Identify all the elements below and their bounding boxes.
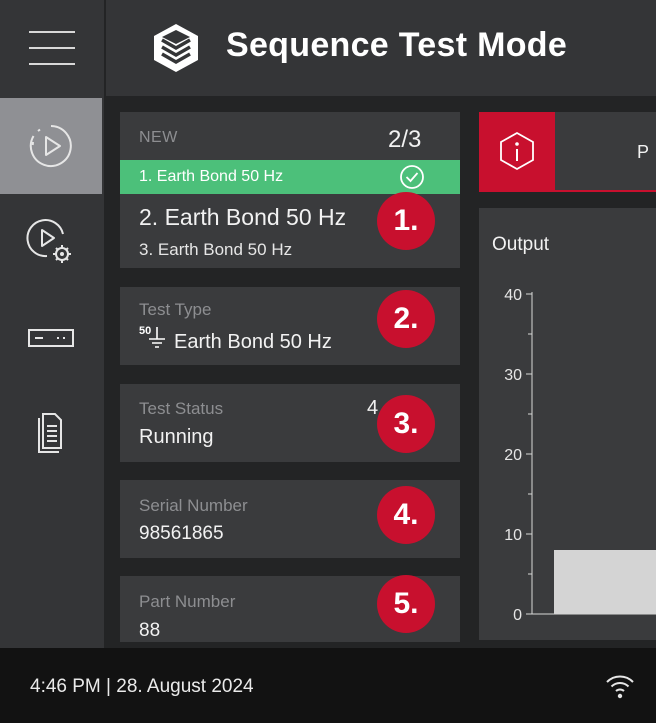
wifi-icon[interactable] — [604, 672, 636, 700]
test-status-label: Test Status — [139, 399, 224, 418]
sidebar-item-sequence-settings[interactable] — [0, 194, 102, 290]
sequence-step-next: 3. Earth Bond 50 Hz — [139, 240, 293, 259]
cube-logo-icon — [154, 24, 198, 72]
menu-button[interactable] — [0, 0, 104, 96]
sequence-status-label: NEW — [139, 129, 178, 146]
info-hexagon-icon — [500, 131, 534, 171]
serial-number-value: 98561865 — [139, 523, 224, 544]
earth-bond-icon: 50 — [139, 325, 165, 351]
sidebar-item-device[interactable] — [0, 290, 102, 386]
sidebar-item-reports[interactable] — [0, 386, 102, 482]
callout-badge-4: 4. — [377, 486, 435, 544]
test-status-number: 4 — [367, 397, 379, 419]
callout-badge-1: 1. — [377, 192, 435, 250]
hamburger-icon — [29, 31, 75, 65]
chart-y-tick-label: 40 — [504, 287, 522, 304]
info-panel[interactable]: P — [479, 112, 656, 192]
sequence-step-done: 1. Earth Bond 50 Hz — [139, 168, 284, 185]
play-circle-icon — [29, 125, 72, 167]
output-chart: 0 10 20 30 40 — [504, 287, 656, 624]
info-text: P — [637, 142, 650, 162]
chart-y-tick-label: 20 — [504, 447, 522, 464]
info-icon-box[interactable] — [479, 112, 555, 190]
status-bar: 4:46 PM | 28. August 2024 — [0, 648, 656, 723]
callout-badge-2: 2. — [377, 290, 435, 348]
test-type-label: Test Type — [139, 300, 212, 319]
chart-y-tick-label: 10 — [504, 527, 522, 544]
output-chart-panel: Output 0 10 20 30 40 — [479, 208, 656, 640]
sidebar-item-run-test[interactable] — [0, 98, 102, 194]
part-number-value: 88 — [139, 620, 161, 641]
device-icon — [28, 329, 74, 347]
play-settings-icon — [26, 219, 71, 263]
callout-badge-5: 5. — [377, 575, 435, 633]
documents-icon — [38, 413, 62, 453]
sequence-step-current: 2. Earth Bond 50 Hz — [139, 204, 347, 230]
callout-badge-3: 3. — [377, 395, 435, 453]
check-circle-icon — [400, 165, 424, 189]
part-number-label: Part Number — [139, 592, 236, 611]
chart-bar — [554, 550, 656, 614]
page-title: Sequence Test Mode — [226, 26, 568, 64]
sequence-progress: 2/3 — [388, 126, 422, 153]
test-status-value: Running — [139, 426, 214, 448]
datetime-text: 4:46 PM | 28. August 2024 — [30, 676, 254, 697]
chart-y-tick-label: 0 — [513, 607, 522, 624]
serial-number-label: Serial Number — [139, 496, 248, 515]
chart-y-tick-label: 30 — [504, 367, 522, 384]
test-type-value: Earth Bond 50 Hz — [174, 331, 332, 353]
sequence-step-done-row: 1. Earth Bond 50 Hz — [120, 160, 460, 194]
sidebar — [0, 96, 104, 648]
